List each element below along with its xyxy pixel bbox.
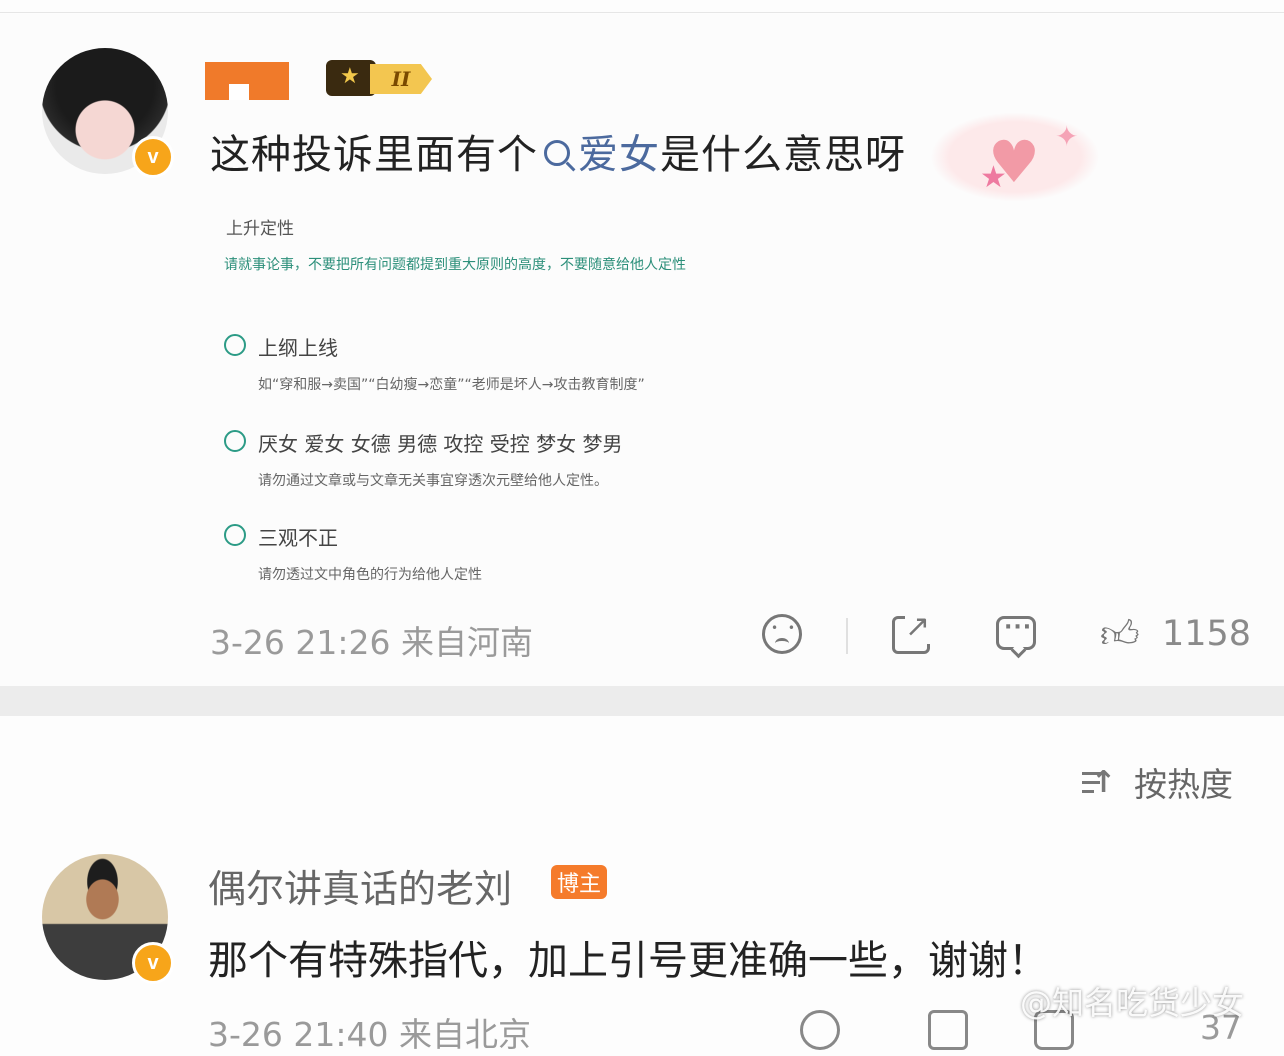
topic-search-link-text: 爱女 bbox=[578, 132, 660, 178]
search-icon bbox=[544, 140, 570, 166]
star-icon: ✦ bbox=[1055, 120, 1079, 153]
post-text: 这种投诉里面有个 爱女是什么意思呀 bbox=[210, 122, 906, 180]
sad-face-icon[interactable] bbox=[762, 614, 802, 654]
author-badge: 博主 bbox=[551, 865, 607, 899]
verified-badge-icon: v bbox=[132, 942, 174, 984]
radio-icon bbox=[224, 430, 246, 452]
share-icon[interactable] bbox=[928, 1010, 968, 1050]
report-option-desc: 请勿透过文中角色的行为给他人定性 bbox=[258, 567, 482, 583]
commenter-name[interactable]: 偶尔讲真话的老刘 bbox=[208, 858, 512, 913]
radio-icon bbox=[224, 524, 246, 546]
thumbs-up-icon[interactable]: 👍︎ bbox=[1100, 612, 1144, 656]
comment-text: 那个有特殊指代，加上引号更准确一些，谢谢！ bbox=[208, 938, 1048, 984]
radio-icon bbox=[224, 334, 246, 356]
topic-search-link[interactable]: 爱女 bbox=[538, 132, 660, 178]
report-option-title: 上纲上线 bbox=[258, 336, 338, 360]
report-option-title: 三观不正 bbox=[258, 526, 338, 550]
attached-screenshot[interactable]: 上升定性 请就事论事，不要把所有问题都提到重大原则的高度，不要随意给他人定性 上… bbox=[214, 200, 704, 596]
comment-meta: 3-26 21:40 来自北京 bbox=[208, 1015, 531, 1054]
share-icon[interactable] bbox=[892, 609, 931, 654]
report-option-desc: 如“穿和服→卖国”“白幼瘦→恋童”“老师是坏人→攻击教育制度” bbox=[258, 377, 645, 393]
post-text-before: 这种投诉里面有个 bbox=[210, 132, 538, 178]
heart-sticker-decoration: ♥ ★ ✦ bbox=[930, 112, 1100, 202]
post-author-name-redacted[interactable] bbox=[205, 62, 289, 100]
sort-label: 按热度 bbox=[1134, 765, 1233, 804]
screenshot-heading: 上升定性 bbox=[226, 219, 294, 239]
vip-rank-label: II bbox=[370, 64, 432, 94]
sad-face-icon[interactable] bbox=[800, 1010, 840, 1050]
verified-badge-icon: v bbox=[132, 136, 174, 178]
vip-rank-badge[interactable]: II bbox=[326, 60, 438, 98]
section-gap bbox=[0, 686, 1284, 716]
report-option-title: 厌女 爱女 女德 男德 攻控 受控 梦女 梦男 bbox=[258, 432, 623, 456]
crown-icon bbox=[326, 60, 376, 96]
top-divider bbox=[0, 12, 1284, 13]
action-divider bbox=[846, 618, 848, 654]
comment-icon[interactable] bbox=[996, 615, 1036, 650]
post-meta: 3-26 21:26 来自河南 bbox=[210, 623, 533, 662]
screenshot-note: 请就事论事，不要把所有问题都提到重大原则的高度，不要随意给他人定性 bbox=[224, 257, 686, 273]
watermark: @知名吃货少女 bbox=[1020, 984, 1245, 1022]
like-count[interactable]: 1158 bbox=[1162, 614, 1251, 654]
sort-by-hot-button[interactable]: ↑ 按热度 bbox=[1082, 758, 1233, 806]
report-option-desc: 请勿通过文章或与文章无关事宜穿透次元壁给他人定性。 bbox=[258, 473, 608, 489]
sort-icon: ↑ bbox=[1082, 768, 1120, 798]
star-icon: ★ bbox=[980, 160, 1007, 195]
post-text-after: 是什么意思呀 bbox=[660, 132, 906, 178]
